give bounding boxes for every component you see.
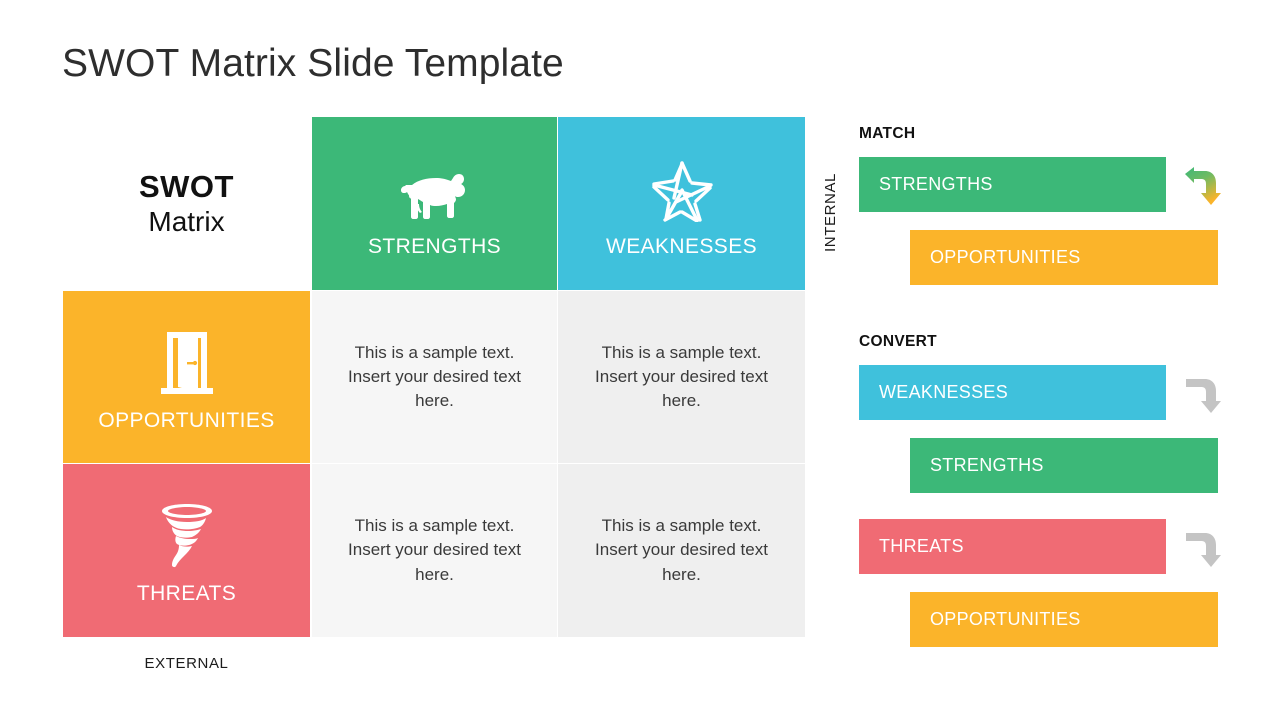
threats-bar-opportunities[interactable]: OPPORTUNITIES bbox=[910, 592, 1218, 647]
tornado-icon bbox=[156, 497, 218, 569]
quadrant-weaknesses-label: WEAKNESSES bbox=[605, 235, 758, 258]
quadrant-opportunities[interactable]: OPPORTUNITIES bbox=[63, 291, 310, 463]
quadrant-threats-label: THREATS bbox=[136, 582, 237, 605]
ram-icon bbox=[398, 150, 472, 222]
curved-arrow-gray-icon bbox=[1172, 368, 1226, 422]
matrix-header-swot: SWOT bbox=[139, 168, 234, 204]
cell-text: This is a sample text. Insert your desir… bbox=[348, 342, 521, 411]
strategy-panel: MATCH STRENGTHS OPPORTUNITIES CONVERT WE… bbox=[859, 0, 1259, 720]
bar-label: STRENGTHS bbox=[930, 455, 1044, 475]
quadrant-strengths-label: STRENGTHS bbox=[367, 235, 502, 258]
strategy-group-threats: THREATS OPPORTUNITIES bbox=[859, 487, 1259, 677]
open-door-icon bbox=[154, 324, 220, 396]
bar-label: STRENGTHS bbox=[879, 174, 993, 194]
group-title-convert: CONVERT bbox=[859, 333, 937, 350]
page-title: SWOT Matrix Slide Template bbox=[62, 42, 564, 85]
curved-arrow-gray-icon bbox=[1172, 522, 1226, 576]
convert-bar-weaknesses[interactable]: WEAKNESSES bbox=[859, 365, 1166, 420]
matrix-header-matrix: Matrix bbox=[148, 206, 225, 238]
quadrant-opportunities-label: OPPORTUNITIES bbox=[98, 408, 275, 432]
cell-opportunities-text[interactable]: This is a sample text. Insert your desir… bbox=[312, 464, 557, 637]
bar-label: OPPORTUNITIES bbox=[930, 609, 1081, 629]
curved-arrow-gradient-icon bbox=[1172, 160, 1226, 214]
cell-weaknesses-text[interactable]: This is a sample text. Insert your desir… bbox=[558, 291, 805, 463]
bar-label: THREATS bbox=[879, 536, 964, 556]
swot-matrix: SWOT Matrix STRENGTHS WEAKNESSES OPPORTU… bbox=[63, 117, 805, 637]
axis-label-external: EXTERNAL bbox=[144, 655, 229, 672]
cell-text: This is a sample text. Insert your desir… bbox=[595, 516, 768, 584]
axis-label-internal: INTERNAL bbox=[821, 172, 839, 252]
broken-star-icon bbox=[648, 150, 716, 222]
bar-label: OPPORTUNITIES bbox=[930, 247, 1081, 267]
quadrant-strengths[interactable]: STRENGTHS bbox=[312, 117, 557, 290]
group-title-match: MATCH bbox=[859, 125, 916, 142]
convert-bar-strengths[interactable]: STRENGTHS bbox=[910, 438, 1218, 493]
threats-bar-threats[interactable]: THREATS bbox=[859, 519, 1166, 574]
strategy-group-match: MATCH STRENGTHS OPPORTUNITIES bbox=[859, 125, 1259, 315]
cell-strengths-text[interactable]: This is a sample text. Insert your desir… bbox=[312, 291, 557, 463]
cell-threats-text[interactable]: This is a sample text. Insert your desir… bbox=[558, 464, 805, 637]
quadrant-weaknesses[interactable]: WEAKNESSES bbox=[558, 117, 805, 290]
matrix-header: SWOT Matrix bbox=[63, 117, 310, 290]
match-bar-opportunities[interactable]: OPPORTUNITIES bbox=[910, 230, 1218, 285]
bar-label: WEAKNESSES bbox=[879, 382, 1009, 402]
cell-text: This is a sample text. Insert your desir… bbox=[348, 516, 521, 584]
quadrant-threats[interactable]: THREATS bbox=[63, 464, 310, 637]
cell-text: This is a sample text. Insert your desir… bbox=[595, 342, 768, 411]
match-bar-strengths[interactable]: STRENGTHS bbox=[859, 157, 1166, 212]
